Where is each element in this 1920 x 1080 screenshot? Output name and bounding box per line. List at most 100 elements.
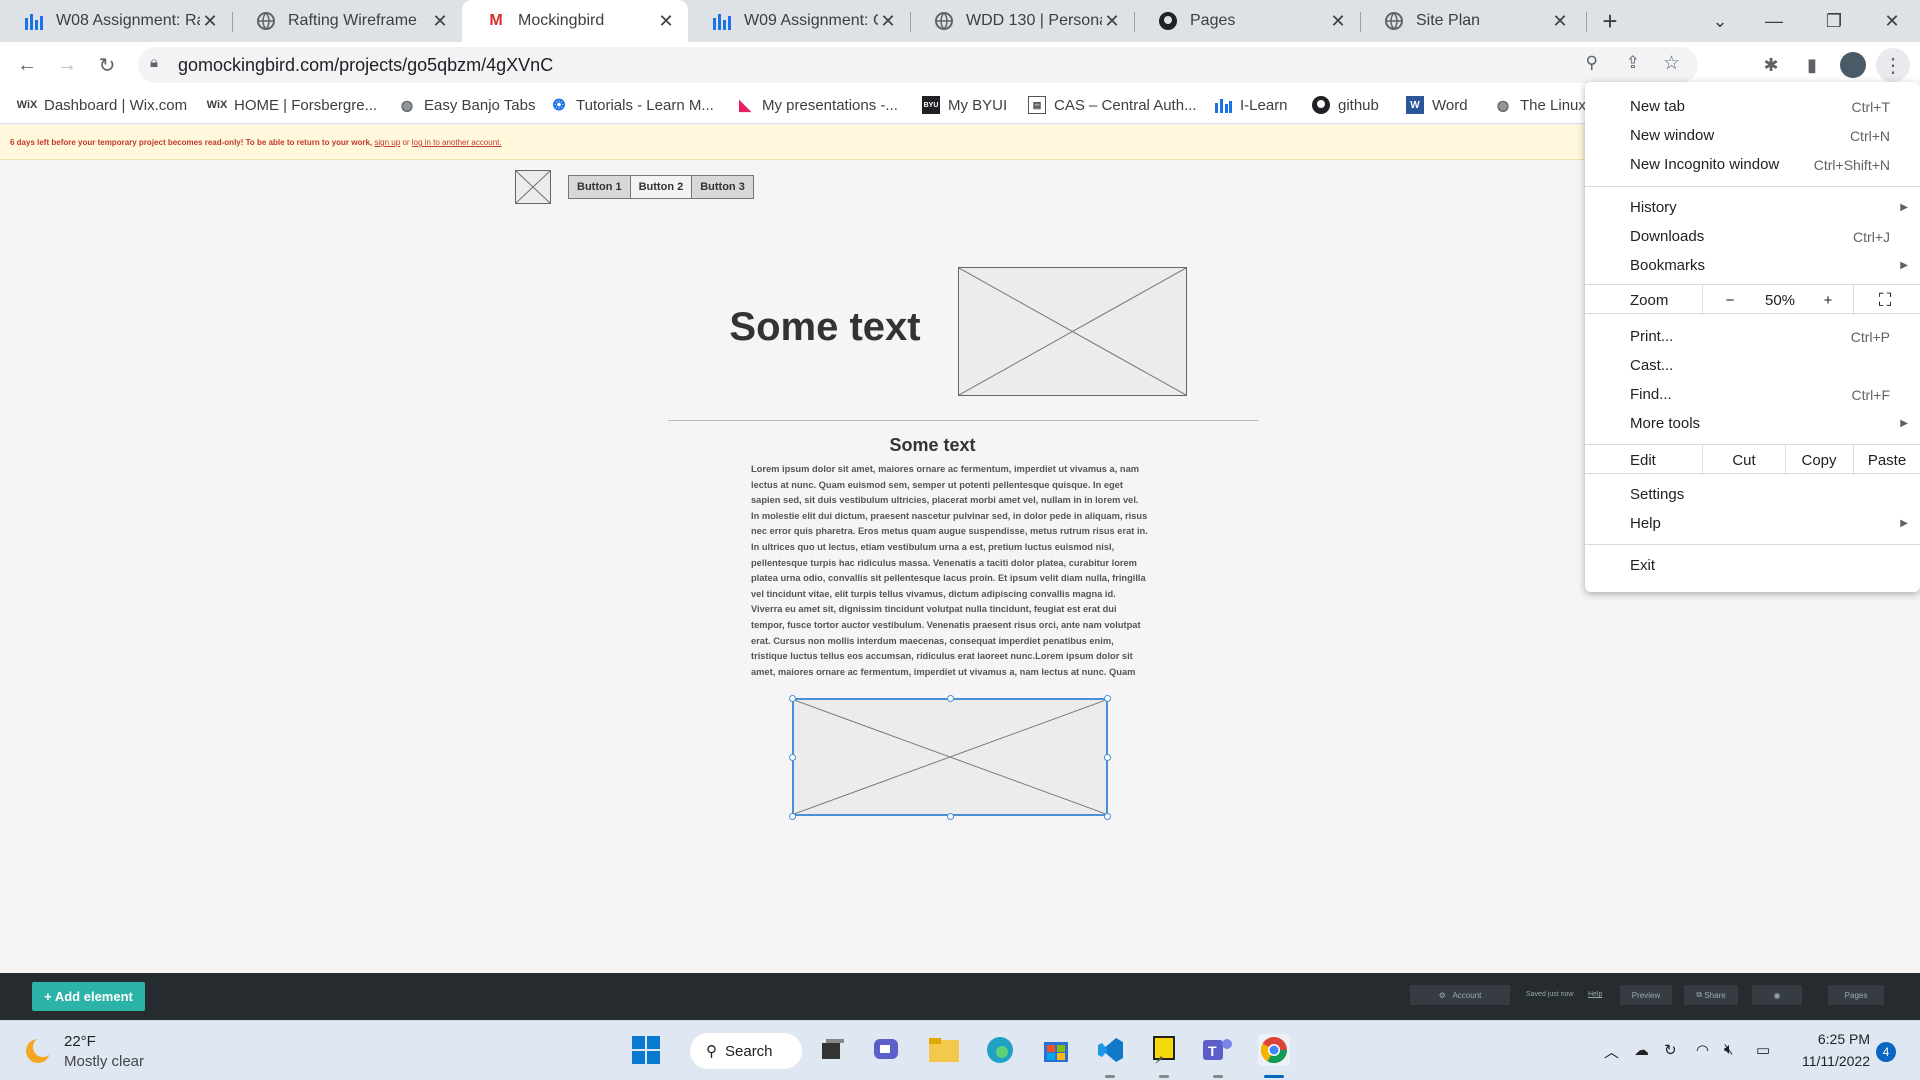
clock-date[interactable]: 11/11/2022 xyxy=(1796,1053,1870,1069)
extensions-icon[interactable]: ✱ xyxy=(1754,48,1788,82)
side-panel-icon[interactable]: ▮ xyxy=(1795,48,1829,82)
chrome-icon[interactable] xyxy=(1258,1034,1290,1066)
bookmark-banjo[interactable]: ◍ Easy Banjo Tabs xyxy=(398,96,536,114)
resize-handle[interactable] xyxy=(1104,813,1111,820)
tab-rafting-wireframe[interactable]: Rafting Wireframe ✕ xyxy=(232,0,462,42)
minimize-button[interactable]: — xyxy=(1746,0,1802,42)
sign-up-link[interactable]: sign up xyxy=(374,138,400,147)
lorem-paragraph[interactable]: Lorem ipsum dolor sit amet, maiores orna… xyxy=(751,462,1149,680)
add-element-button[interactable]: + Add element xyxy=(32,982,145,1011)
bookmark-forsberg[interactable]: WiX HOME | Forsbergre... xyxy=(207,96,377,114)
zoom-icon[interactable]: ⚲ xyxy=(1586,53,1598,73)
bookmark-ilearn[interactable]: I-Learn xyxy=(1214,96,1288,114)
sticky-notes-icon[interactable] xyxy=(1148,1034,1180,1066)
store-icon[interactable] xyxy=(1040,1034,1072,1066)
weather-desc[interactable]: Mostly clear xyxy=(64,1053,144,1070)
windows-start-icon[interactable] xyxy=(630,1034,662,1066)
wireframe-button-1[interactable]: Button 1 xyxy=(569,176,631,198)
forward-icon[interactable]: → xyxy=(50,48,84,82)
menu-downloads[interactable]: Downloads Ctrl+J xyxy=(1585,222,1920,251)
reload-icon[interactable]: ↻ xyxy=(90,48,124,82)
wireframe-button-3[interactable]: Button 3 xyxy=(692,176,753,198)
login-link[interactable]: log in to another account. xyxy=(412,138,502,147)
menu-history[interactable]: History ▶ xyxy=(1585,193,1920,222)
tab-w09-assignment[interactable]: W09 Assignment: Cor ✕ xyxy=(688,0,910,42)
weather-icon[interactable] xyxy=(22,1035,54,1067)
back-icon[interactable]: ← xyxy=(10,48,44,82)
zoom-out-button[interactable]: − xyxy=(1715,285,1745,315)
share-icon[interactable]: ⇪ xyxy=(1626,53,1640,73)
tab-w08-assignment[interactable]: W08 Assignment: Raft ✕ xyxy=(0,0,232,42)
fullscreen-icon[interactable]: ⛶ xyxy=(1865,285,1905,315)
bookmark-word[interactable]: W Word xyxy=(1406,96,1468,114)
help-link[interactable]: Help xyxy=(1588,991,1602,998)
menu-new-incognito[interactable]: New Incognito window Ctrl+Shift+N xyxy=(1585,150,1920,179)
bookmark-linux[interactable]: ◍ The Linux xyxy=(1494,96,1586,114)
resize-handle[interactable] xyxy=(1104,754,1111,761)
section-heading[interactable]: Some text xyxy=(850,435,1015,456)
menu-cast[interactable]: Cast... xyxy=(1585,351,1920,380)
bookmark-github[interactable]: github xyxy=(1312,96,1379,114)
cut-button[interactable]: Cut xyxy=(1703,445,1785,475)
wifi-icon[interactable]: ◠ xyxy=(1696,1041,1709,1059)
tab-search-icon[interactable]: ⌄ xyxy=(1692,0,1748,42)
hero-image-placeholder[interactable] xyxy=(958,267,1187,396)
close-icon[interactable]: ✕ xyxy=(430,11,450,32)
resize-handle[interactable] xyxy=(947,813,954,820)
teams-icon[interactable]: T xyxy=(1202,1034,1234,1066)
close-window-button[interactable]: ✕ xyxy=(1864,0,1920,42)
volume-muted-icon[interactable]: 🔇︎ xyxy=(1724,1041,1733,1058)
pages-button[interactable]: Pages xyxy=(1828,985,1884,1005)
tab-site-plan[interactable]: Site Plan ✕ xyxy=(1360,0,1582,42)
chevron-up-icon[interactable]: ︿ xyxy=(1604,1041,1619,1062)
onedrive-icon[interactable]: ☁ xyxy=(1634,1041,1649,1059)
preview-button[interactable]: Preview xyxy=(1620,985,1672,1005)
tab-wdd130[interactable]: WDD 130 | Personal S ✕ xyxy=(910,0,1134,42)
bookmark-cas[interactable]: ▤ CAS – Central Auth... xyxy=(1028,96,1197,114)
edge-icon[interactable] xyxy=(984,1034,1016,1066)
close-icon[interactable]: ✕ xyxy=(200,11,220,32)
bookmark-presentations[interactable]: ◣ My presentations -... xyxy=(736,96,898,115)
tab-mockingbird[interactable]: M Mockingbird ✕ xyxy=(462,0,688,42)
resize-handle[interactable] xyxy=(947,695,954,702)
chrome-menu-icon[interactable]: ⋮ xyxy=(1876,48,1910,82)
hero-heading[interactable]: Some text xyxy=(720,305,930,350)
star-icon[interactable]: ☆ xyxy=(1663,52,1680,75)
bookmark-mybyui[interactable]: BYU My BYUI xyxy=(922,96,1007,114)
share-button[interactable]: ⧉ Share xyxy=(1684,985,1738,1005)
restore-button[interactable]: ❐ xyxy=(1806,0,1862,42)
visibility-button[interactable]: ◉ xyxy=(1752,985,1802,1005)
sync-icon[interactable]: ↻ xyxy=(1664,1041,1677,1059)
taskbar-search[interactable]: ⚲ Search xyxy=(690,1033,802,1069)
resize-handle[interactable] xyxy=(789,754,796,761)
menu-bookmarks[interactable]: Bookmarks ▶ xyxy=(1585,251,1920,280)
notification-badge[interactable]: 4 xyxy=(1876,1042,1896,1062)
bookmark-tutorials[interactable]: ❂ Tutorials - Learn M... xyxy=(550,96,714,115)
menu-new-tab[interactable]: New tab Ctrl+T xyxy=(1585,92,1920,121)
menu-exit[interactable]: Exit xyxy=(1585,551,1920,580)
paste-button[interactable]: Paste xyxy=(1854,445,1920,475)
menu-more-tools[interactable]: More tools ▶ xyxy=(1585,409,1920,438)
resize-handle[interactable] xyxy=(789,695,796,702)
zoom-in-button[interactable]: + xyxy=(1813,285,1843,315)
resize-handle[interactable] xyxy=(1104,695,1111,702)
vscode-icon[interactable] xyxy=(1094,1034,1126,1066)
copy-button[interactable]: Copy xyxy=(1786,445,1852,475)
menu-new-window[interactable]: New window Ctrl+N xyxy=(1585,121,1920,150)
weather-temp[interactable]: 22°F xyxy=(64,1033,96,1050)
avatar[interactable] xyxy=(1836,48,1870,82)
menu-find[interactable]: Find... Ctrl+F xyxy=(1585,380,1920,409)
tab-pages[interactable]: Pages ✕ xyxy=(1134,0,1360,42)
clock-time[interactable]: 6:25 PM xyxy=(1796,1031,1870,1047)
resize-handle[interactable] xyxy=(789,813,796,820)
selected-image-placeholder[interactable] xyxy=(792,698,1108,816)
close-icon[interactable]: ✕ xyxy=(656,11,676,32)
chat-icon[interactable] xyxy=(872,1034,904,1066)
bookmark-wix-dashboard[interactable]: WiX Dashboard | Wix.com xyxy=(17,96,187,114)
file-explorer-icon[interactable] xyxy=(928,1034,960,1066)
address-bar[interactable]: 🔒︎ gomockingbird.com/projects/go5qbzm/4g… xyxy=(138,47,1698,83)
menu-print[interactable]: Print... Ctrl+P xyxy=(1585,322,1920,351)
new-tab-button[interactable]: + xyxy=(1584,0,1636,42)
battery-icon[interactable]: ▭ xyxy=(1756,1041,1770,1059)
logo-image-placeholder[interactable] xyxy=(515,170,551,204)
